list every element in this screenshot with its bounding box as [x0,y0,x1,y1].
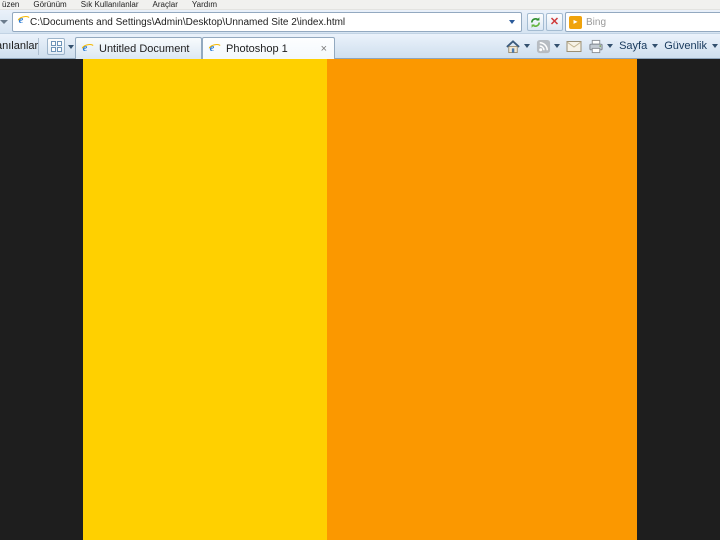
menu-item-edit-partial[interactable]: üzen [0,0,26,9]
tab-label: Photoshop 1 [226,42,288,55]
tab-label: Untitled Document [99,42,190,55]
chevron-down-icon [509,20,515,24]
chevron-down-icon [652,44,659,48]
menu-item-favorites[interactable]: Sık Kullanılanlar [74,0,146,9]
chevron-down-icon [712,44,718,48]
printer-icon [589,39,603,53]
bing-icon: ▸ [569,15,582,29]
security-menu-label: Güvenlik [664,40,707,52]
menu-item-help[interactable]: Yardım [185,0,224,9]
ie-page-icon: e [17,13,30,31]
address-dropdown-button[interactable] [505,14,519,30]
stop-button[interactable]: ✕ [546,13,563,31]
menu-bar: üzen Görünüm Sık Kullanılanlar Araçlar Y… [0,0,720,10]
chevron-down-icon [524,44,531,48]
home-icon [506,39,520,53]
tab-bar: anılanlar e Untitled Document e Photosho… [0,34,720,59]
chevron-down-icon [554,44,561,48]
quick-tabs-icon [50,41,62,52]
command-bar: Sayfa Güvenlik [502,34,720,58]
address-bar-row: e ✕ ▸ [0,10,720,34]
address-field[interactable]: e [12,12,522,32]
menu-item-view[interactable]: Görünüm [26,0,73,9]
ie-page-icon: e [81,41,94,57]
stop-icon: ✕ [549,15,560,28]
mail-icon [566,40,582,52]
page-menu-label: Sayfa [619,40,648,52]
menu-item-tools[interactable]: Araçlar [146,0,185,9]
favorites-button-partial[interactable]: anılanlar [0,40,38,52]
read-mail-button[interactable] [563,36,585,56]
search-input[interactable] [582,16,720,28]
chevron-down-icon[interactable] [0,20,8,24]
tab-untitled-document[interactable]: e Untitled Document [75,37,202,59]
security-menu-button[interactable]: Güvenlik [661,36,720,56]
tab-photoshop-1[interactable]: e Photoshop 1 × [202,37,335,59]
search-box[interactable]: ▸ [565,12,720,32]
separator [38,38,39,55]
url-input[interactable] [30,16,505,28]
yellow-column [83,59,327,540]
close-icon[interactable]: × [319,43,329,55]
browser-window: üzen Görünüm Sık Kullanılanlar Araçlar Y… [0,0,720,540]
ie-page-icon: e [208,41,221,57]
home-button[interactable] [502,36,533,56]
refresh-icon [531,16,540,28]
rss-feed-icon [537,39,551,53]
page-menu-button[interactable]: Sayfa [616,36,661,56]
chevron-down-icon [607,44,614,48]
print-button[interactable] [585,36,616,56]
quick-tabs-button[interactable] [47,38,65,55]
orange-column [327,59,637,540]
refresh-button[interactable] [527,13,544,31]
page-content [0,59,720,540]
feeds-button[interactable] [533,36,563,56]
chevron-down-icon [68,44,74,49]
